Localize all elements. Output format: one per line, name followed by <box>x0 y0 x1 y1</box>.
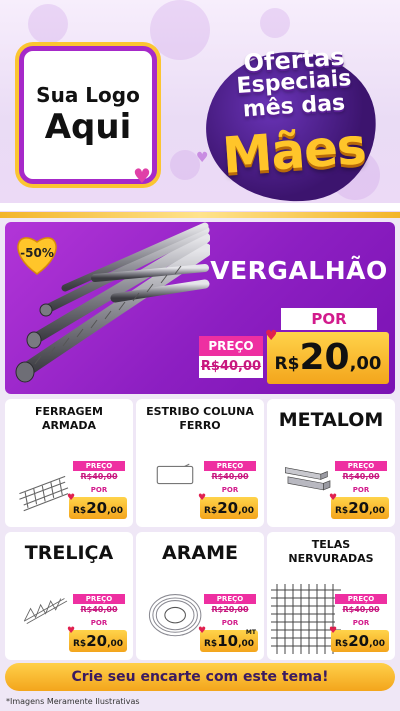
por-label: POR <box>73 485 125 495</box>
hero-preco-label: PREÇO <box>199 336 263 356</box>
hero-offer[interactable]: VERGALHÃO PREÇO R$40,00 POR R$20,00 ♥ <box>5 222 395 394</box>
product-price: R$20,00 <box>331 497 389 519</box>
preco-label: PREÇO <box>335 594 387 604</box>
heart-icon: ♥ <box>329 493 338 503</box>
product-name: METALOM <box>278 409 384 431</box>
product-name: ESTRIBO COLUNA FERRO <box>146 405 254 432</box>
product-card-arame[interactable]: ARAME PREÇO R$20,00 POR R$10,00 MT ♥ <box>136 532 264 660</box>
preco-label: PREÇO <box>73 594 125 604</box>
preco-label: PREÇO <box>204 461 256 471</box>
old-price: R$40,00 <box>204 471 256 482</box>
preco-label: PREÇO <box>73 461 125 471</box>
campaign-title: Ofertas Especiais mês das Mães <box>196 40 392 211</box>
discount-badge: -50% <box>14 232 60 276</box>
old-price: R$40,00 <box>335 604 387 615</box>
ferragem-armada-image <box>19 475 69 512</box>
por-label: POR <box>204 618 256 628</box>
product-name: FERRAGEM ARMADA <box>35 405 103 432</box>
preco-label: PREÇO <box>335 461 387 471</box>
unit-label: MT <box>245 629 256 636</box>
product-card-trelica[interactable]: TRELIÇA PREÇO R$40,00 POR R$20,00 ♥ <box>5 532 133 660</box>
hero-price: R$20,00 <box>267 332 389 384</box>
heart-icon: ♥ <box>265 328 278 344</box>
product-name: TRELIÇA <box>24 542 114 564</box>
product-price: R$20,00 <box>200 497 258 519</box>
old-price: R$40,00 <box>73 471 125 482</box>
heart-icon: ♥ <box>67 626 76 636</box>
footnote: *Imagens Meramente Ilustrativas <box>6 697 140 706</box>
heart-icon: ♥ <box>198 626 207 636</box>
product-name: TELAS NERVURADAS <box>288 538 374 565</box>
product-price: R$20,00 <box>69 497 127 519</box>
old-price: R$40,00 <box>73 604 125 615</box>
header-banner: Sua Logo Aqui ♥ ♥ ♥ Ofertas Especiais mê… <box>0 0 400 218</box>
product-card-estribo[interactable]: ESTRIBO COLUNA FERRO PREÇO R$40,00 POR R… <box>136 399 264 527</box>
old-price: R$20,00 <box>204 604 256 615</box>
product-card-metalom[interactable]: METALOM PREÇO R$40,00 POR R$20,00 ♥ <box>267 399 395 527</box>
product-card-ferragem[interactable]: FERRAGEM ARMADA PREÇO R$40,00 POR R$20,0… <box>5 399 133 527</box>
divider <box>0 203 400 211</box>
title-line4: Mães <box>220 117 368 185</box>
logo-line1: Sua Logo <box>36 82 140 107</box>
por-label: POR <box>335 618 387 628</box>
heart-icon: ♥ <box>198 493 207 503</box>
hero-product-name: VERGALHÃO <box>210 256 388 285</box>
por-label: POR <box>335 485 387 495</box>
por-label: POR <box>204 485 256 495</box>
heart-icon: ♥ <box>133 164 151 188</box>
discount-label: -50% <box>20 246 54 260</box>
cta-button[interactable]: Crie seu encarte com este tema! <box>5 663 395 691</box>
hero-old-price: R$40,00 <box>199 356 263 378</box>
product-price: R$20,00 <box>331 630 389 652</box>
preco-label: PREÇO <box>204 594 256 604</box>
heart-icon: ♥ <box>67 493 76 503</box>
product-price: R$20,00 <box>69 630 127 652</box>
gold-divider <box>0 212 400 218</box>
product-name: ARAME <box>162 542 238 564</box>
por-label: POR <box>73 618 125 628</box>
logo-line2: Aqui <box>44 106 132 147</box>
heart-icon: ♥ <box>329 626 338 636</box>
product-card-telas[interactable]: TELAS NERVURADAS PREÇO R$40,00 POR R$20,… <box>267 532 395 660</box>
old-price: R$40,00 <box>335 471 387 482</box>
product-price: R$10,00 MT <box>200 629 258 652</box>
hero-por-label: POR <box>281 308 377 330</box>
